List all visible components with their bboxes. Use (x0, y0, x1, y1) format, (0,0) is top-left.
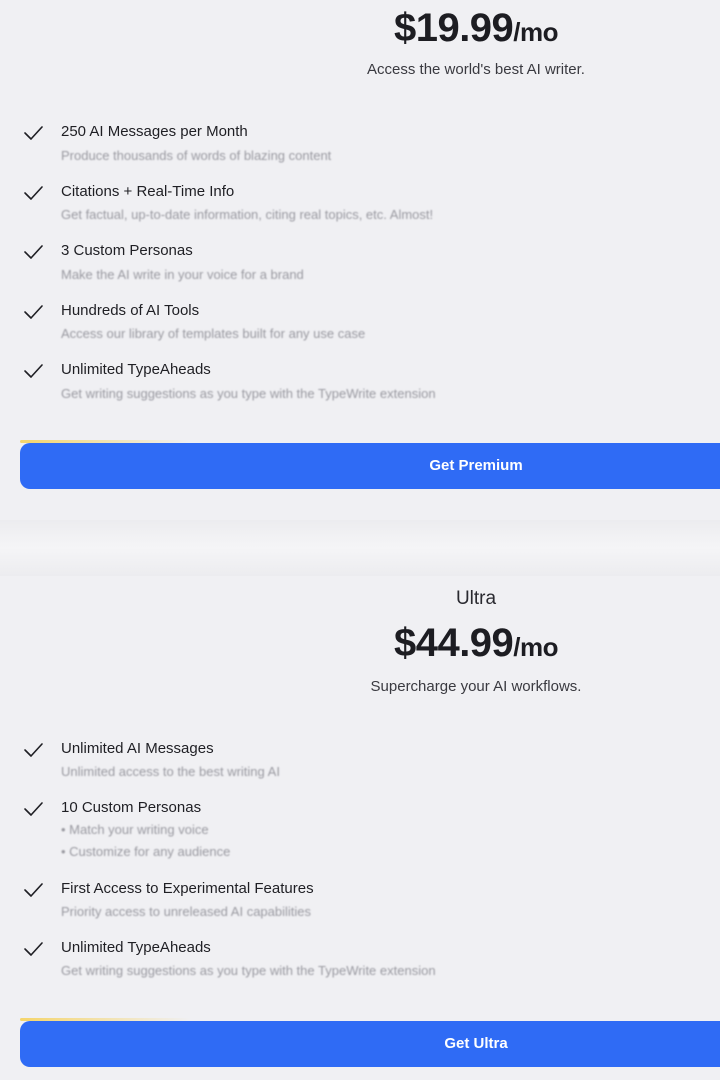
checkmark-icon (24, 743, 43, 757)
ultra-price: $44.99/mo (236, 621, 716, 666)
feature-description: Get writing suggestions as you type with… (61, 963, 436, 978)
get-premium-button[interactable]: Get Premium (20, 440, 720, 489)
feature-description: Priority access to unreleased AI capabil… (61, 904, 312, 919)
premium-price: $19.99/mo (236, 6, 716, 51)
ultra-price-amount: $44.99 (393, 621, 514, 665)
checkmark-icon (24, 802, 43, 816)
feature-description: Get factual, up-to-date information, cit… (61, 207, 434, 222)
feature-title: Hundreds of AI Tools (61, 302, 200, 319)
feature-description: Unlimited access to the best writing AI (61, 764, 280, 779)
ultra-price-period: /mo (513, 632, 559, 662)
checkmark-icon (24, 245, 43, 259)
feature-title: 10 Custom Personas (61, 799, 202, 816)
premium-price-amount: $19.99 (393, 6, 514, 50)
feature-title: 250 AI Messages per Month (61, 123, 248, 140)
feature-title: 3 Custom Personas (61, 242, 193, 259)
feature-description: Make the AI write in your voice for a br… (61, 267, 304, 282)
checkmark-icon (24, 942, 43, 956)
ultra-plan-name: Ultra (455, 588, 497, 609)
premium-plan-card: $19.99/mo Access the world's best AI wri… (0, 0, 720, 520)
premium-price-period: /mo (513, 17, 559, 47)
feature-title: Unlimited AI Messages (61, 740, 214, 757)
plan-divider (0, 520, 720, 576)
feature-title: Unlimited TypeAheads (61, 939, 211, 956)
ultra-plan-card: Ultra $44.99/mo Supercharge your AI work… (0, 576, 720, 1080)
checkmark-icon (24, 186, 43, 200)
ultra-tagline: Supercharge your AI workflows. (370, 678, 582, 695)
feature-description: Get writing suggestions as you type with… (61, 386, 436, 401)
premium-tagline: Access the world's best AI writer. (367, 61, 585, 78)
checkmark-icon (24, 126, 43, 140)
checkmark-icon (24, 305, 43, 319)
checkmark-icon (24, 883, 43, 897)
pricing-page: $19.99/mo Access the world's best AI wri… (0, 0, 720, 1080)
checkmark-icon (24, 364, 43, 378)
feature-title: Citations + Real-Time Info (61, 183, 235, 200)
feature-title: First Access to Experimental Features (61, 880, 314, 897)
feature-description: Access our library of templates built fo… (61, 326, 366, 341)
feature-description-line: • Customize for any audience (61, 844, 231, 859)
get-ultra-button[interactable]: Get Ultra (20, 1018, 720, 1067)
feature-description: Produce thousands of words of blazing co… (61, 148, 332, 163)
feature-title: Unlimited TypeAheads (61, 361, 211, 378)
get-ultra-button-label: Get Ultra (444, 1035, 508, 1052)
feature-description-line: • Match your writing voice (61, 822, 209, 837)
get-premium-button-label: Get Premium (429, 457, 523, 474)
